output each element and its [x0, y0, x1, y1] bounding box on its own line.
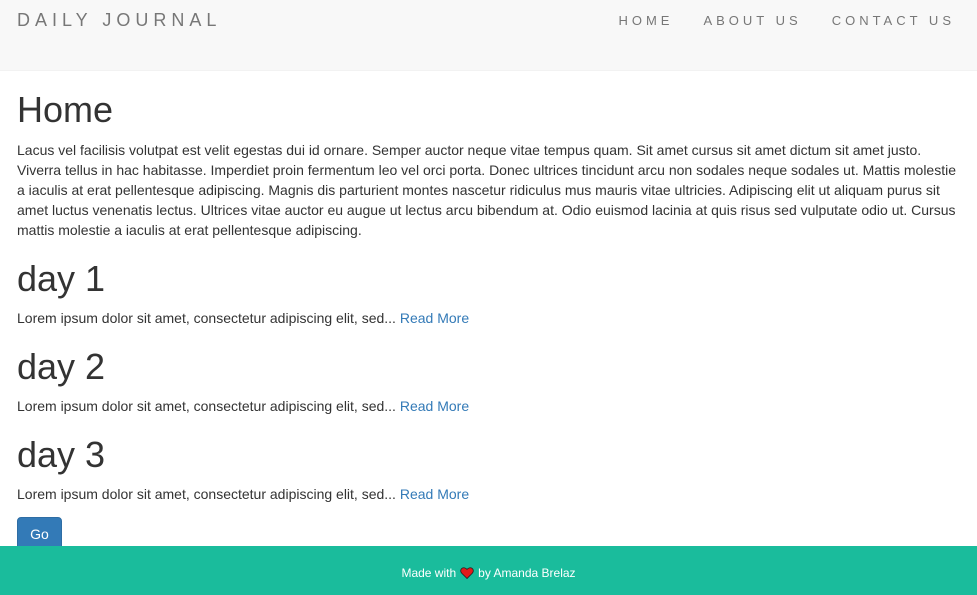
nav-home-link[interactable]: HOME	[618, 13, 673, 28]
post-excerpt-text: Lorem ipsum dolor sit amet, consectetur …	[17, 310, 400, 326]
nav-links: HOME ABOUT US CONTACT US	[588, 13, 955, 28]
post-item: day 3 Lorem ipsum dolor sit amet, consec…	[17, 434, 960, 504]
main-content: Home Lacus vel facilisis volutpat est ve…	[17, 88, 960, 504]
brand-logo[interactable]: DAILY JOURNAL	[17, 10, 221, 31]
footer-prefix: Made with	[401, 565, 457, 580]
footer-suffix: by Amanda Brelaz	[478, 565, 576, 580]
read-more-link[interactable]: Read More	[400, 310, 469, 326]
nav-about-link[interactable]: ABOUT US	[703, 13, 801, 28]
post-excerpt: Lorem ipsum dolor sit amet, consectetur …	[17, 484, 960, 504]
post-title: day 1	[17, 258, 106, 299]
page-title: Home	[17, 89, 114, 130]
post-excerpt-text: Lorem ipsum dolor sit amet, consectetur …	[17, 398, 400, 414]
post-excerpt-text: Lorem ipsum dolor sit amet, consectetur …	[17, 486, 400, 502]
post-excerpt: Lorem ipsum dolor sit amet, consectetur …	[17, 396, 960, 416]
navbar: DAILY JOURNAL HOME ABOUT US CONTACT US	[0, 0, 977, 71]
heart-icon	[460, 566, 474, 580]
post-item: day 2 Lorem ipsum dolor sit amet, consec…	[17, 346, 960, 416]
read-more-link[interactable]: Read More	[400, 398, 469, 414]
read-more-link[interactable]: Read More	[400, 486, 469, 502]
post-title: day 2	[17, 346, 106, 387]
footer: Made with by Amanda Brelaz	[0, 546, 977, 595]
intro-paragraph: Lacus vel facilisis volutpat est velit e…	[17, 142, 956, 238]
post-excerpt: Lorem ipsum dolor sit amet, consectetur …	[17, 308, 960, 328]
post-item: day 1 Lorem ipsum dolor sit amet, consec…	[17, 258, 960, 328]
nav-contact-link[interactable]: CONTACT US	[832, 13, 955, 28]
post-title: day 3	[17, 434, 106, 475]
